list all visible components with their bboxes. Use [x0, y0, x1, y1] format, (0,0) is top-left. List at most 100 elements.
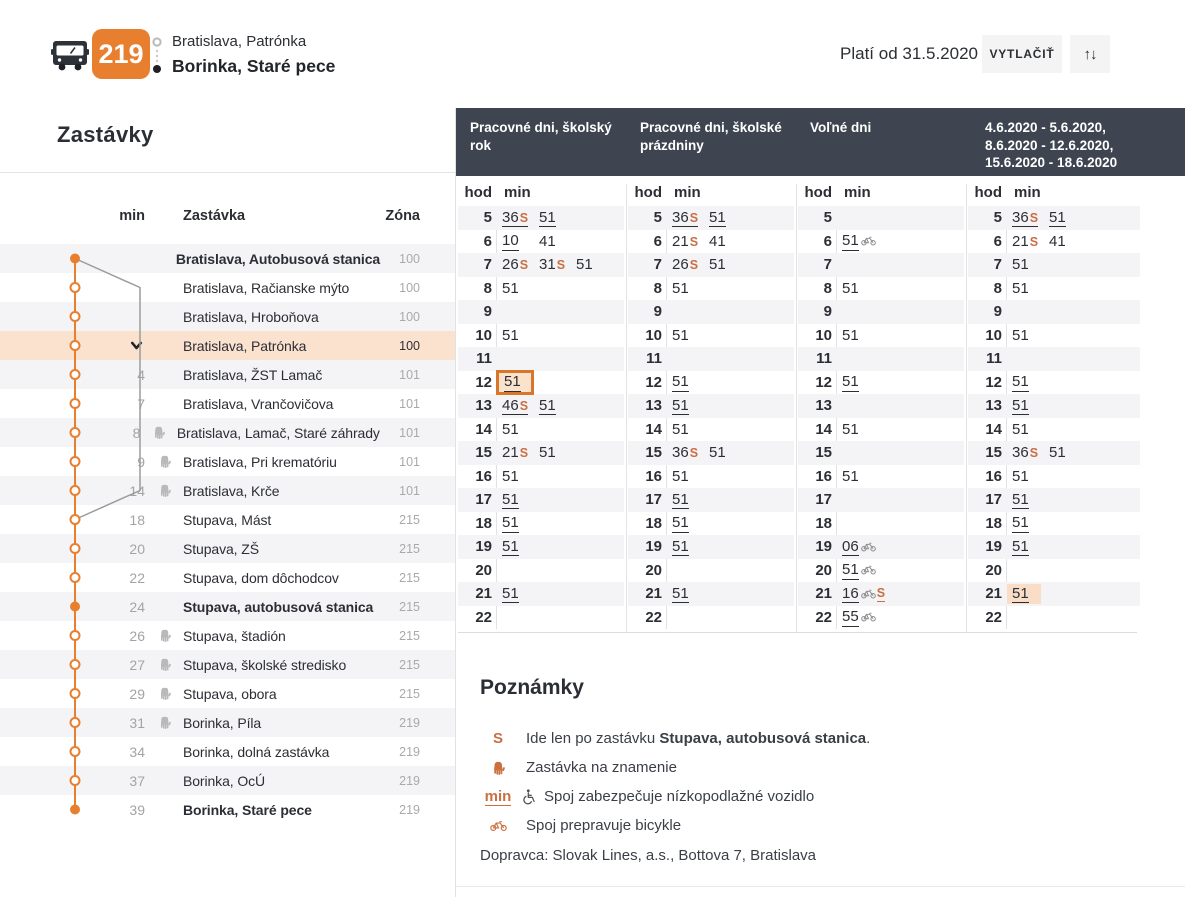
minute-cell[interactable]: 51 — [842, 468, 876, 485]
minute-cell[interactable]: 51 — [672, 327, 706, 344]
request-stop-hand-icon — [145, 658, 183, 671]
minute-cell[interactable]: 51 — [1012, 421, 1046, 438]
minute-cell[interactable]: 51 — [842, 561, 876, 580]
minute-cell[interactable]: 51 — [1007, 584, 1041, 605]
stop-row[interactable]: Bratislava, Hroboňova 100 — [0, 302, 455, 331]
stop-row[interactable]: 9 Bratislava, Pri krematóriu 101 — [0, 447, 455, 476]
minute-cell[interactable]: 51 — [1012, 256, 1046, 273]
minute-cell[interactable]: 55 — [842, 608, 876, 627]
minute-cell[interactable]: 51 — [502, 327, 536, 344]
minute-cell[interactable]: 51 — [502, 538, 536, 557]
minute-cell[interactable]: 51 — [709, 256, 743, 273]
minute-cell[interactable]: 36S — [672, 444, 706, 461]
stop-row[interactable]: 29 Stupava, obora 215 — [0, 679, 455, 708]
minute-cell[interactable]: 41 — [539, 233, 573, 250]
minute-cell[interactable]: 51 — [1012, 327, 1046, 344]
stop-row[interactable]: 24 Stupava, autobusová stanica 215 — [0, 592, 455, 621]
hour-label: 5 — [458, 209, 492, 226]
minute-cell[interactable]: 51 — [1012, 538, 1046, 557]
minute-cell[interactable]: 46S — [502, 397, 536, 416]
minute-cell[interactable]: 36S — [1012, 209, 1046, 228]
minute-cell[interactable]: 36S — [672, 209, 706, 228]
minute-cell[interactable]: 51 — [842, 327, 876, 344]
minute-cell[interactable]: 51 — [672, 373, 706, 392]
bicycle-icon — [861, 565, 876, 575]
minute-cell[interactable]: 51 — [1049, 444, 1083, 461]
minute-cell[interactable]: 51 — [672, 280, 706, 297]
minute-cell[interactable]: 51 — [1012, 397, 1046, 416]
hour-label: 21 — [798, 585, 832, 602]
minute-cell[interactable]: 41 — [1049, 233, 1083, 250]
minute-cell[interactable]: 51 — [842, 373, 876, 392]
hour-label: 12 — [458, 374, 492, 391]
minute-cell[interactable]: 51 — [1049, 209, 1083, 228]
minute-cell[interactable]: 51 — [1012, 280, 1046, 297]
minute-cell[interactable]: 26S — [672, 256, 706, 273]
stop-row[interactable]: Bratislava, Patrónka 100 — [0, 331, 455, 360]
minute-cell[interactable]: 51 — [502, 280, 536, 297]
stop-row[interactable]: Bratislava, Autobusová stanica 100 — [0, 244, 455, 273]
timetable-row: 15 — [798, 441, 964, 465]
minute-cell[interactable]: 41 — [709, 233, 743, 250]
stop-row[interactable]: 26 Stupava, štadión 215 — [0, 621, 455, 650]
minute-cell[interactable]: 51 — [709, 209, 743, 228]
stop-row[interactable]: 20 Stupava, ZŠ 215 — [0, 534, 455, 563]
minute-cell[interactable]: 51 — [842, 421, 876, 438]
minute-cell[interactable]: 36S — [1012, 444, 1046, 461]
minute-cell[interactable]: 16S — [842, 585, 885, 604]
hour-label: 15 — [628, 444, 662, 461]
stop-name: Borinka, Píla — [183, 715, 378, 731]
minute-cell[interactable]: 51 — [842, 280, 876, 297]
stop-name: Bratislava, Vrančovičova — [183, 396, 378, 412]
minute-cell[interactable]: 51 — [539, 209, 573, 228]
minute-cell[interactable]: 21S — [502, 444, 536, 461]
timetable-row: 1051 — [968, 324, 1140, 348]
stop-row[interactable]: 8 Bratislava, Lamač, Staré záhrady 101 — [0, 418, 455, 447]
print-button[interactable]: VYTLAČIŤ — [982, 35, 1062, 73]
minute-cell[interactable]: 26S — [502, 256, 536, 273]
stop-row[interactable]: 34 Borinka, dolná zastávka 219 — [0, 737, 455, 766]
minute-cell[interactable]: 51 — [672, 585, 706, 604]
minute-cell[interactable]: 51 — [539, 444, 573, 461]
minute-cell[interactable]: 51 — [1012, 373, 1046, 392]
minute-cell[interactable]: 51 — [539, 397, 573, 416]
minute-cell[interactable]: 31S — [539, 256, 573, 273]
minute-cell[interactable]: 06 — [842, 538, 876, 557]
minute-cell[interactable]: 51 — [672, 538, 706, 557]
hour-label: 8 — [968, 280, 1002, 297]
minute-cell[interactable]: 51 — [1012, 491, 1046, 510]
stop-row[interactable]: 37 Borinka, OcÚ 219 — [0, 766, 455, 795]
stop-row[interactable]: Bratislava, Račianske mýto 100 — [0, 273, 455, 302]
minute-cell[interactable]: 51 — [709, 444, 743, 461]
minute-cell[interactable]: 51 — [502, 491, 536, 510]
minute-cell[interactable]: 51 — [672, 514, 706, 533]
minute-cell[interactable]: 51 — [576, 256, 610, 273]
minute-cell[interactable]: 51 — [1012, 468, 1046, 485]
stop-row[interactable]: 18 Stupava, Mást 215 — [0, 505, 455, 534]
minute-cell[interactable]: 21S — [1012, 233, 1046, 250]
stop-row[interactable]: 7 Bratislava, Vrančovičova 101 — [0, 389, 455, 418]
stop-row[interactable]: 14 Bratislava, Krče 101 — [0, 476, 455, 505]
minute-cell[interactable]: 51 — [842, 232, 876, 251]
stop-row[interactable]: 4 Bratislava, ŽST Lamač 101 — [0, 360, 455, 389]
minute-cell[interactable]: 51 — [672, 397, 706, 416]
minute-cell[interactable]: 51 — [1012, 514, 1046, 533]
stop-row[interactable]: 22 Stupava, dom dôchodcov 215 — [0, 563, 455, 592]
minute-cell[interactable]: 51 — [672, 421, 706, 438]
stop-zone: 215 — [378, 600, 420, 614]
minute-cell[interactable]: 51 — [496, 370, 534, 395]
minute-cell[interactable]: 51 — [502, 421, 536, 438]
stop-row[interactable]: 27 Stupava, školské stredisko 215 — [0, 650, 455, 679]
minute-cell[interactable]: 21S — [672, 233, 706, 250]
minute-cell[interactable]: 51 — [672, 468, 706, 485]
minute-cell[interactable]: 51 — [672, 491, 706, 510]
minute-cell[interactable]: 51 — [502, 468, 536, 485]
stop-row[interactable]: 31 Borinka, Píla 219 — [0, 708, 455, 737]
reverse-direction-button[interactable]: ↑↓ — [1070, 35, 1110, 73]
minute-cell[interactable]: 10 — [502, 232, 536, 251]
minute-cell[interactable]: 51 — [502, 514, 536, 533]
minute-cell[interactable]: 51 — [502, 585, 536, 604]
hour-label: 12 — [798, 374, 832, 391]
stop-row[interactable]: 39 Borinka, Staré pece 219 — [0, 795, 455, 824]
minute-cell[interactable]: 36S — [502, 209, 536, 228]
